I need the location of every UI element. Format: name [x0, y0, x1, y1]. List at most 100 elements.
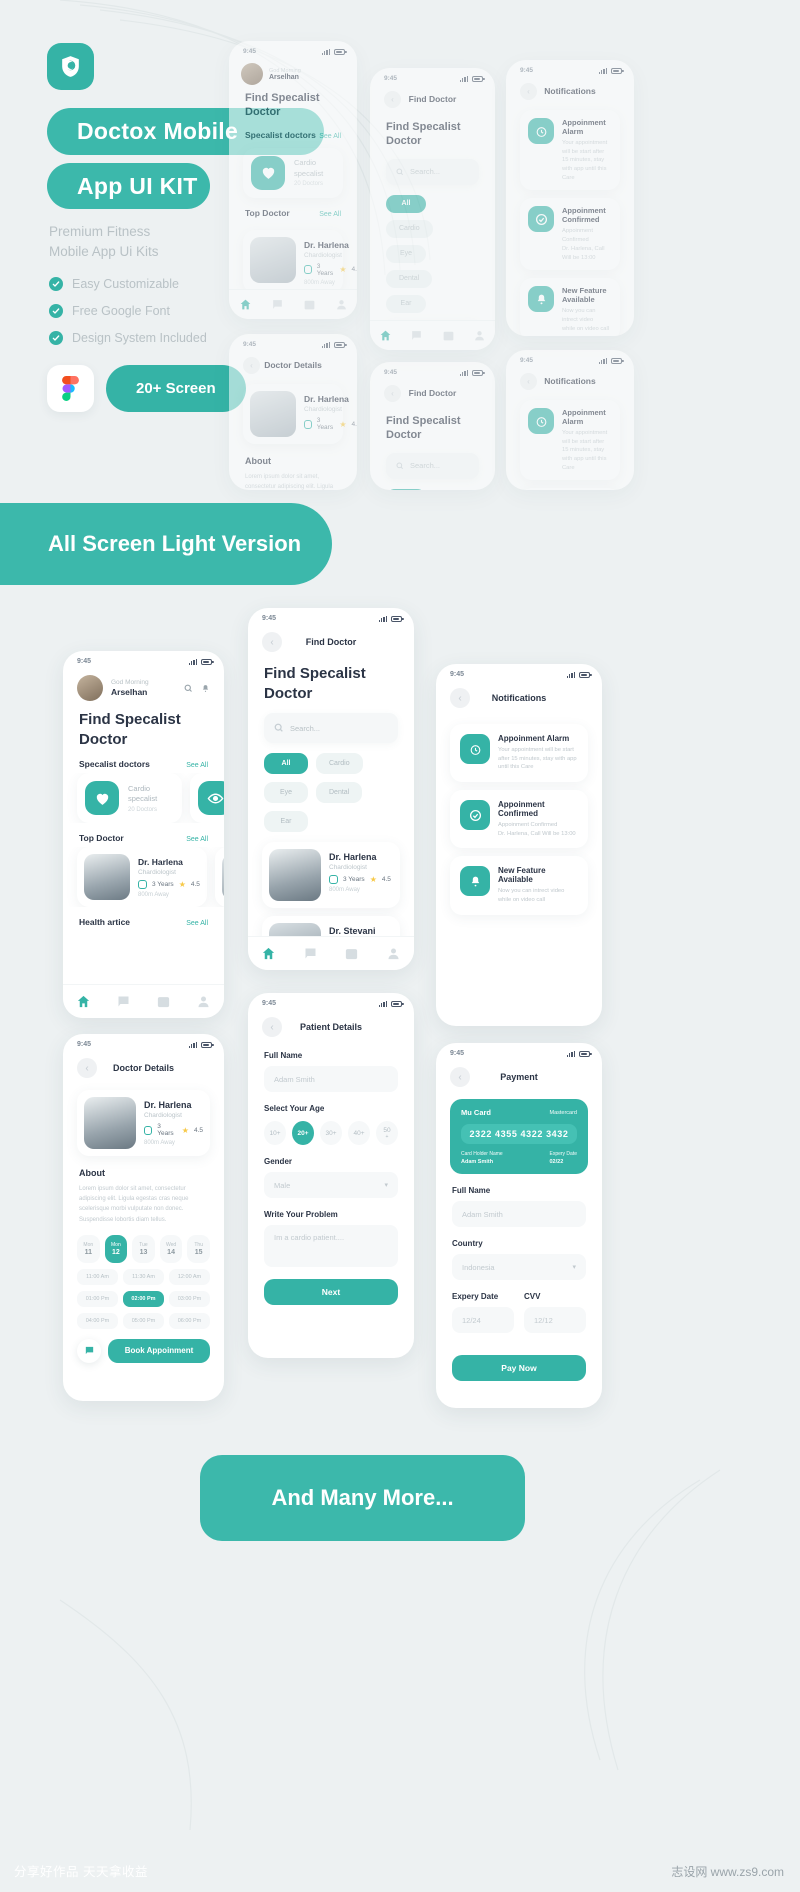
home-icon[interactable]: [239, 298, 252, 311]
notification-item-alarm[interactable]: Appoinment Alarm Your appointment will b…: [450, 724, 588, 783]
expiry-input[interactable]: 12/24: [452, 1307, 514, 1333]
specialist-card-cardio[interactable]: Cardio specalist 20 Doctors: [77, 773, 182, 823]
notification-item-feature[interactable]: New Feature Available Now you can intrec…: [450, 856, 588, 915]
time-slot[interactable]: 06:00 Pm: [169, 1312, 210, 1329]
day-option[interactable]: Mon 11: [77, 1234, 100, 1263]
cvv-input[interactable]: 12/12: [524, 1307, 586, 1333]
notification-item-confirmed[interactable]: Appoinment Confirmed Appoinment Confirme…: [450, 790, 588, 849]
chip-ear[interactable]: Ear: [264, 811, 308, 832]
chat-button[interactable]: [77, 1338, 101, 1363]
doctor-card[interactable]: Dr. Harlena Chardiologist 3 Years ★ 4.5 …: [77, 847, 207, 907]
time-slot[interactable]: 03:00 Pm: [169, 1290, 210, 1307]
country-select[interactable]: Indonesia ▾: [452, 1254, 586, 1280]
time-slot[interactable]: 11:30 Am: [123, 1268, 164, 1285]
age-option-selected[interactable]: 20+: [292, 1121, 314, 1145]
age-option[interactable]: 40+: [348, 1121, 370, 1145]
filter-chips[interactable]: All Cardio: [370, 479, 495, 490]
chat-icon[interactable]: [303, 946, 318, 961]
doctor-card[interactable]: Dr. Harlena Chardiologist 3 Years ★ 4.5 …: [262, 842, 400, 908]
see-all-link[interactable]: See All: [319, 211, 341, 218]
see-all-link[interactable]: See All: [186, 836, 208, 843]
see-all-link[interactable]: See All: [186, 762, 208, 769]
pay-now-button[interactable]: Pay Now: [452, 1355, 586, 1381]
chip-all[interactable]: All: [386, 194, 426, 213]
time-slot[interactable]: 11:00 Am: [77, 1268, 118, 1285]
home-icon[interactable]: [76, 994, 91, 1009]
tab-bar[interactable]: [63, 984, 224, 1018]
day-option[interactable]: Wed 14: [159, 1234, 183, 1263]
calendar-icon[interactable]: [344, 946, 359, 961]
status-bar: 9:45: [248, 993, 414, 1009]
chat-icon[interactable]: [116, 994, 131, 1009]
tab-bar[interactable]: [370, 320, 495, 350]
filter-chips[interactable]: All Cardio Eye Dental Ear: [248, 743, 414, 832]
calendar-icon[interactable]: [156, 994, 171, 1009]
notification-item[interactable]: New Feature Available Now you can intrec…: [520, 278, 620, 336]
credit-card[interactable]: Mu Card Mastercard 2322 4355 4322 3432 C…: [450, 1099, 588, 1174]
notification-item[interactable]: Appoinment Alarm Your appointment will b…: [520, 110, 620, 191]
full-name-input[interactable]: Adam Smith: [264, 1066, 398, 1092]
problem-textarea[interactable]: Im a cardio patient....: [264, 1225, 398, 1267]
profile-icon[interactable]: [196, 994, 211, 1009]
chip-eye[interactable]: Eye: [386, 244, 426, 263]
calendar-icon[interactable]: [442, 329, 455, 342]
chip-eye[interactable]: Eye: [264, 782, 308, 803]
day-option[interactable]: Tue 13: [132, 1234, 155, 1263]
chip-ear[interactable]: Ear: [386, 294, 426, 313]
search-input[interactable]: Search...: [264, 713, 398, 743]
time-slot[interactable]: 01:00 Pm: [77, 1290, 118, 1307]
heart-icon: [85, 781, 119, 815]
chip-all[interactable]: All: [386, 488, 426, 490]
profile-icon[interactable]: [335, 298, 348, 311]
search-input[interactable]: Search...: [386, 452, 479, 479]
time-slot-selected[interactable]: 02:00 Pm: [123, 1290, 164, 1307]
book-appointment-button[interactable]: Book Appoinment: [108, 1338, 210, 1363]
time-slot[interactable]: 05:00 Pm: [123, 1312, 164, 1329]
chat-icon[interactable]: [271, 298, 284, 311]
booking-actions[interactable]: Book Appoinment: [63, 1329, 224, 1363]
filter-chips[interactable]: All Cardio Eye Dental Ear: [370, 185, 495, 313]
bell-icon[interactable]: [201, 684, 210, 693]
day-option[interactable]: Thu 15: [187, 1234, 210, 1263]
time-slot-row[interactable]: 11:00 Am 11:30 Am 12:00 Am: [63, 1263, 224, 1285]
age-selector[interactable]: 10+ 20+ 30+ 40+ 50 +: [248, 1113, 414, 1145]
avatar[interactable]: [77, 675, 103, 701]
notification-item[interactable]: Appoinment Confirmed Appoinment Confirme…: [520, 488, 620, 490]
search-icon: [396, 462, 404, 469]
full-name-input[interactable]: Adam Smith: [452, 1201, 586, 1227]
chip-dental[interactable]: Dental: [316, 782, 363, 803]
age-option[interactable]: 10+: [264, 1121, 286, 1145]
day-selector[interactable]: Mon 11 Mon 12 Tue 13 Wed 14 Thu 15: [63, 1225, 224, 1263]
specialist-card-eye[interactable]: Eye specalist 18 Doctors: [190, 773, 224, 823]
search-icon[interactable]: [184, 684, 193, 693]
doctor-card[interactable]: [215, 847, 224, 907]
chip-cardio[interactable]: Cardio: [316, 753, 363, 774]
doctor-card[interactable]: Dr. Harlena Chardiologist 3 Years ★ 4.5 …: [243, 229, 357, 293]
search-input[interactable]: Search...: [386, 158, 479, 185]
see-all-link[interactable]: See All: [319, 133, 341, 140]
time-slot-row[interactable]: 04:00 Pm 05:00 Pm 06:00 Pm: [63, 1307, 224, 1329]
notification-item[interactable]: Appoinment Alarm Your appointment will b…: [520, 400, 620, 481]
tab-bar[interactable]: [229, 289, 357, 319]
time-slot-row[interactable]: 01:00 Pm 02:00 Pm 03:00 Pm: [63, 1285, 224, 1307]
calendar-icon[interactable]: [303, 298, 316, 311]
age-option-more[interactable]: 50 +: [376, 1121, 398, 1145]
time-slot[interactable]: 04:00 Pm: [77, 1312, 118, 1329]
home-icon[interactable]: [379, 329, 392, 342]
chip-all[interactable]: All: [264, 753, 308, 774]
day-option-selected[interactable]: Mon 12: [104, 1234, 128, 1263]
chip-dental[interactable]: Dental: [386, 269, 433, 288]
notification-item[interactable]: Appoinment Confirmed Appoinment Confirme…: [520, 198, 620, 271]
home-icon[interactable]: [261, 946, 276, 961]
time-slot[interactable]: 12:00 Am: [169, 1268, 210, 1285]
next-button[interactable]: Next: [264, 1279, 398, 1305]
tab-bar[interactable]: [248, 936, 414, 970]
see-all-link[interactable]: See All: [186, 920, 208, 927]
chip-cardio[interactable]: Cardio: [386, 219, 433, 238]
gender-select[interactable]: Male ▾: [264, 1172, 398, 1198]
profile-icon[interactable]: [473, 329, 486, 342]
age-option[interactable]: 30+: [320, 1121, 342, 1145]
chat-icon[interactable]: [410, 329, 423, 342]
profile-icon[interactable]: [386, 946, 401, 961]
specialist-card[interactable]: Cardio specalist 20 Doctors: [243, 147, 343, 198]
